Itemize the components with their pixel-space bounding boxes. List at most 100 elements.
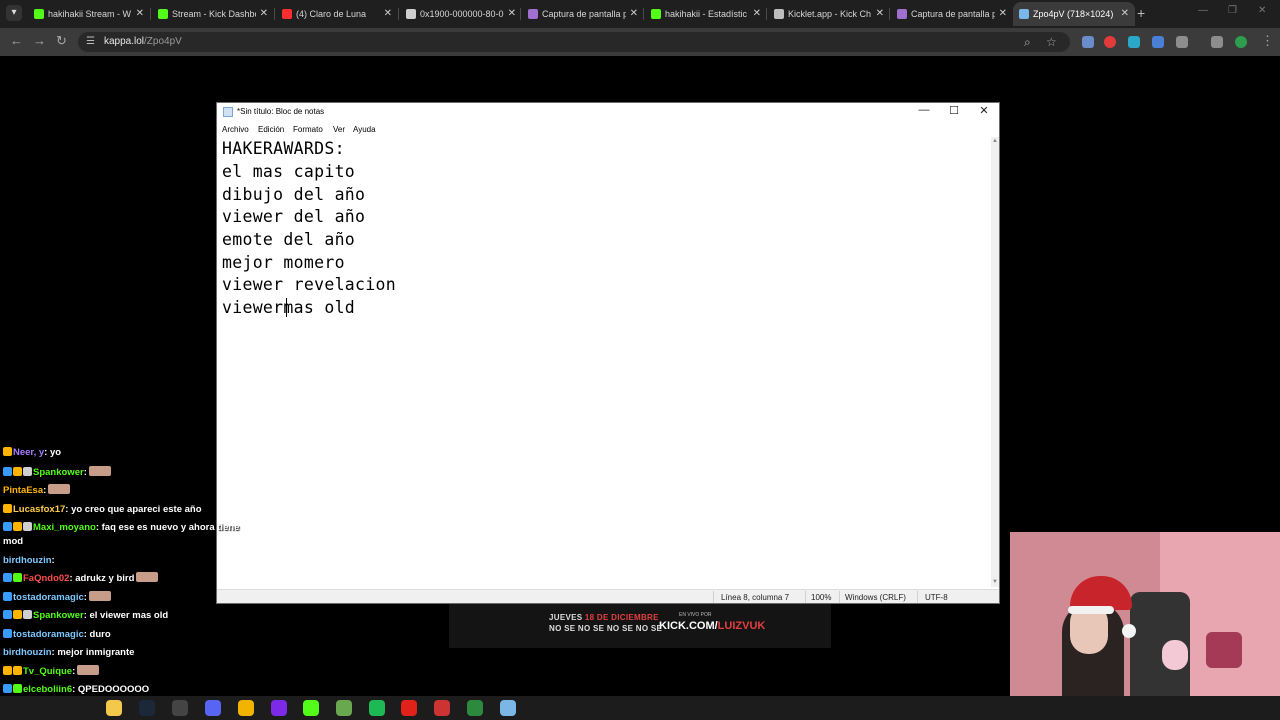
spotify-icon[interactable] [369,700,385,716]
text-line: emote del año [222,230,356,249]
chat-username[interactable]: Lucasfox17 [13,504,65,515]
notepad-vertical-scrollbar[interactable]: ▲ ▼ [991,137,999,587]
tab-close-icon[interactable]: ✕ [260,2,268,26]
browser-tab[interactable]: hakihakii Stream - W ✕ [28,2,150,26]
chat-username[interactable]: Spankower [33,467,84,478]
notepad-title: *Sin título: Bloc de notas [237,107,325,116]
menu-ayuda[interactable]: Ayuda [353,125,376,134]
chat-username[interactable]: birdhouzin [3,647,52,658]
browser-tab[interactable]: (4) Claro de Luna ✕ [276,2,398,26]
notepad-icon[interactable] [500,700,516,716]
chat-badge-icon [3,629,12,638]
notepad-minimize-button[interactable]: — [909,104,939,116]
menu-ver[interactable]: Ver [333,125,345,134]
address-bar[interactable]: ☰ kappa.lol/Zpo4pV ⌕ ☆ [78,32,1070,52]
chrome-alt-icon[interactable] [467,700,483,716]
chat-username[interactable]: tostadoramagic [13,592,84,603]
window-minimize-button[interactable]: — [1198,5,1208,16]
notepad-text-area[interactable]: HAKERAWARDS: el mas capito dibujo del añ… [217,137,991,587]
tab-close-icon[interactable]: ✕ [1121,2,1129,26]
url-text[interactable]: kappa.lol/Zpo4pV [104,36,182,47]
chat-username[interactable]: Tv_Quique [23,666,72,677]
tab-close-icon[interactable]: ✕ [753,2,761,26]
status-divider [839,591,840,603]
chat-username[interactable]: mod [3,536,23,547]
back-button[interactable]: ← [10,34,23,48]
notepad-maximize-button[interactable]: ☐ [939,104,969,117]
santa-hat [1070,576,1132,610]
extension-red-icon[interactable] [1104,36,1116,48]
window-close-button[interactable]: ✕ [1258,5,1266,16]
browser-tab[interactable]: Zpo4pV (718×1024) ✕ [1013,2,1135,26]
scroll-down-arrow-icon[interactable]: ▼ [992,579,998,585]
chat-message: Spankower: el viewer mas old [3,609,168,623]
chat-message: Maxi_moyano: faq ese es nuevo y ahora ti… [3,521,239,535]
chat-message: birdhouzin: [3,554,55,568]
tab-close-icon[interactable]: ✕ [384,2,392,26]
tab-title: (4) Claro de Luna [296,9,367,19]
menu-formato[interactable]: Formato [293,125,323,134]
window-restore-button[interactable]: ❐ [1228,5,1237,16]
menu-kebab-icon[interactable]: ⋮ [1261,34,1274,48]
file-explorer-icon[interactable] [106,700,122,716]
chat-username[interactable]: Maxi_moyano [33,522,96,533]
chat-username[interactable]: PintaEsa [3,485,43,496]
tab-close-icon[interactable]: ✕ [876,2,884,26]
tab-close-icon[interactable]: ✕ [999,2,1007,26]
chat-username[interactable]: Neer, y [13,447,44,458]
opera-icon[interactable] [401,700,417,716]
scroll-up-arrow-icon[interactable]: ▲ [992,138,998,144]
site-info-icon[interactable]: ☰ [86,36,98,48]
notepad-close-button[interactable]: ✕ [969,104,999,117]
menu-edicion[interactable]: Edición [258,125,284,134]
minecraft-icon[interactable] [336,700,352,716]
banner-tagline: NO SE NO SE NO SE NO SE [549,624,663,633]
chat-username[interactable]: Spankower [33,610,84,621]
tab-close-icon[interactable]: ✕ [136,2,144,26]
tab-close-icon[interactable]: ✕ [630,2,638,26]
notepad-menubar: Archivo Edición Formato Ver Ayuda [217,122,999,136]
browser-tab[interactable]: Captura de pantalla p ✕ [891,2,1013,26]
chat-emote-icon [88,591,111,601]
steam-icon[interactable] [139,700,155,716]
obs-icon[interactable] [172,700,188,716]
menu-archivo[interactable]: Archivo [222,125,249,134]
browser-tab[interactable]: Captura de pantalla p ✕ [522,2,644,26]
zoom-icon[interactable]: ⌕ [1024,35,1031,49]
chat-message: tostadoramagic: [3,591,111,605]
bookmark-star-icon[interactable]: ☆ [1046,35,1057,49]
canva-icon[interactable] [271,700,287,716]
tab-favicon-icon [1019,9,1029,19]
chat-message: Lucasfox17: yo creo que apareci este año [3,503,202,517]
voicemod-icon[interactable] [434,700,450,716]
notepad-titlebar[interactable]: *Sin título: Bloc de notas — ☐ ✕ [217,103,999,121]
tab-search-icon[interactable] [1211,36,1223,48]
tab-title: Zpo4pV (718×1024) [1033,9,1114,19]
text-line: HAKERAWARDS: [222,139,345,158]
chat-badge-icon [3,522,12,531]
new-tab-button[interactable]: + [1137,5,1145,21]
webcam-decor-light [1206,632,1242,668]
chat-text: : QPEDOOOOOO [72,684,150,695]
browser-tab[interactable]: hakihakii - Estadístic ✕ [645,2,767,26]
profile-avatar-icon[interactable] [1235,36,1247,48]
browser-tab[interactable]: Stream - Kick Dashbo ✕ [152,2,274,26]
chat-username[interactable]: tostadoramagic [13,629,84,640]
chat-username[interactable]: birdhouzin [3,555,52,566]
tab-close-icon[interactable]: ✕ [508,2,516,26]
extension-wave-icon[interactable] [1152,36,1164,48]
reload-button[interactable]: ↻ [56,34,67,48]
extensions-puzzle-icon[interactable] [1176,36,1188,48]
browser-tab[interactable]: 0x1900-000000-80-0 ✕ [400,2,522,26]
screen: ▾ hakihakii Stream - W ✕ Stream - Kick Das… [0,0,1280,720]
extension-blue-icon[interactable] [1128,36,1140,48]
browser-tab[interactable]: Kicklet.app - Kick Ch ✕ [768,2,890,26]
tab-list-dropdown-icon[interactable]: ▾ [6,5,22,21]
chat-username[interactable]: elceboliin6 [23,684,72,695]
kick-icon[interactable] [303,700,319,716]
chat-username[interactable]: FaQndo02 [23,573,69,584]
discord-icon[interactable] [205,700,221,716]
chrome-icon[interactable] [238,700,254,716]
cast-icon[interactable] [1082,36,1094,48]
forward-button[interactable]: → [33,34,46,48]
